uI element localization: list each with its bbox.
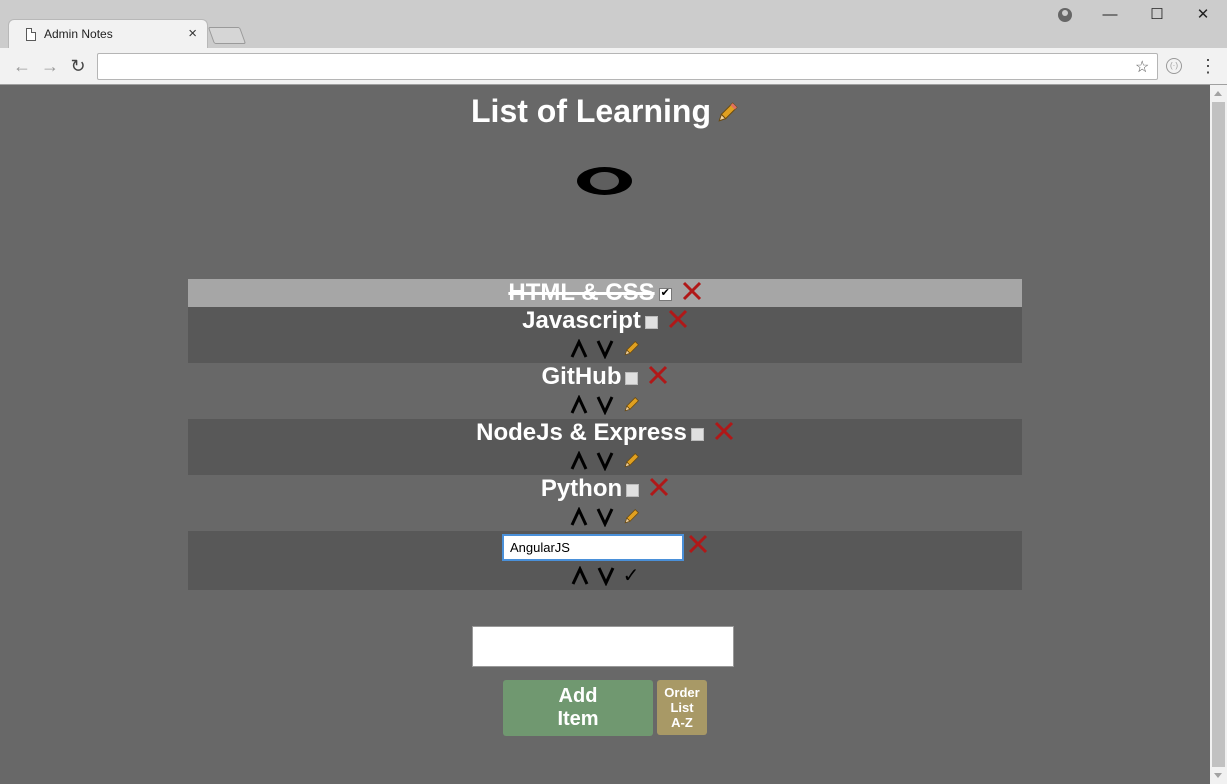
confirm-edit-check-icon[interactable]: ✓ — [623, 566, 640, 586]
item-done-checkbox[interactable] — [658, 286, 672, 301]
tab-title: Admin Notes — [44, 27, 113, 41]
address-bar[interactable] — [97, 53, 1158, 80]
edit-item-pencil-icon[interactable] — [622, 452, 640, 470]
move-down-chevron-down-icon[interactable] — [597, 566, 615, 586]
browser-toolbar: ← → ↻ ☆ (·) ⋮ — [0, 48, 1227, 85]
page-viewport: List of Learning HTML & CSS Javascript — [0, 85, 1210, 784]
item-label: NodeJs & Express — [476, 419, 687, 446]
page-heading: List of Learning — [0, 93, 1210, 132]
reload-button[interactable]: ↻ — [67, 55, 89, 77]
edit-item-input[interactable] — [502, 534, 684, 561]
edit-item-pencil-icon[interactable] — [622, 340, 640, 358]
item-label: GitHub — [541, 363, 622, 390]
list-item: Python — [188, 475, 1022, 531]
add-item-label: Add Item — [557, 685, 599, 730]
new-item-input[interactable] — [472, 626, 734, 667]
browser-tab[interactable]: Admin Notes × — [8, 19, 208, 48]
list-item: GitHub — [188, 363, 1022, 419]
minimize-button[interactable]: — — [1100, 6, 1120, 24]
delete-item-icon[interactable] — [688, 534, 708, 559]
move-up-chevron-up-icon[interactable] — [571, 566, 589, 586]
list-item: Javascript — [188, 307, 1022, 363]
tab-close-icon[interactable]: × — [188, 25, 197, 42]
vertical-scrollbar[interactable] — [1210, 85, 1227, 784]
item-done-checkbox[interactable] — [626, 483, 640, 497]
browser-menu-icon[interactable]: ⋮ — [1199, 55, 1217, 77]
page-title: List of Learning — [471, 93, 711, 129]
move-down-chevron-down-icon[interactable] — [596, 339, 614, 359]
move-down-chevron-down-icon[interactable] — [596, 395, 614, 415]
move-up-chevron-up-icon[interactable] — [570, 339, 588, 359]
add-item-button[interactable]: Add Item — [503, 680, 653, 736]
page-icon — [26, 28, 36, 41]
delete-item-icon[interactable] — [714, 421, 734, 446]
profile-icon[interactable] — [1058, 8, 1072, 22]
item-label: HTML & CSS — [508, 279, 655, 306]
order-list-label: Order List A-Z — [664, 685, 700, 730]
list-item: NodeJs & Express — [188, 419, 1022, 475]
maximize-button[interactable]: ☐ — [1147, 6, 1167, 24]
edit-item-pencil-icon[interactable] — [622, 508, 640, 526]
edit-title-pencil-icon[interactable] — [715, 96, 739, 132]
forward-button[interactable]: → — [39, 55, 61, 77]
move-down-chevron-down-icon[interactable] — [596, 451, 614, 471]
scroll-thumb[interactable] — [1212, 102, 1225, 767]
move-up-chevron-up-icon[interactable] — [570, 451, 588, 471]
item-label: Javascript — [522, 307, 641, 334]
edit-item-pencil-icon[interactable] — [622, 396, 640, 414]
delete-item-icon[interactable] — [648, 365, 668, 390]
scroll-up-arrow-icon[interactable] — [1214, 91, 1222, 96]
bookmark-star-icon[interactable]: ☆ — [1135, 57, 1149, 77]
extension-icon[interactable]: (·) — [1166, 58, 1182, 74]
delete-item-icon[interactable] — [682, 281, 702, 306]
back-button[interactable]: ← — [11, 55, 33, 77]
list-item: HTML & CSS — [188, 279, 1022, 307]
new-tab-button[interactable] — [207, 27, 247, 44]
delete-item-icon[interactable] — [668, 309, 688, 334]
item-done-checkbox[interactable] — [644, 315, 658, 329]
order-list-button[interactable]: Order List A-Z — [657, 680, 707, 735]
item-label: Python — [540, 475, 623, 502]
item-done-checkbox[interactable] — [690, 427, 704, 441]
eye-icon[interactable] — [577, 167, 632, 195]
delete-item-icon[interactable] — [649, 477, 669, 502]
move-down-chevron-down-icon[interactable] — [596, 507, 614, 527]
move-up-chevron-up-icon[interactable] — [570, 507, 588, 527]
browser-titlebar: Admin Notes × — ☐ ✕ — [0, 0, 1227, 48]
learning-list: HTML & CSS Javascript — [188, 279, 1022, 590]
scroll-down-arrow-icon[interactable] — [1214, 773, 1222, 778]
item-done-checkbox[interactable] — [625, 371, 639, 385]
close-window-button[interactable]: ✕ — [1193, 6, 1213, 24]
list-item-editing: ✓ — [188, 531, 1022, 590]
move-up-chevron-up-icon[interactable] — [570, 395, 588, 415]
